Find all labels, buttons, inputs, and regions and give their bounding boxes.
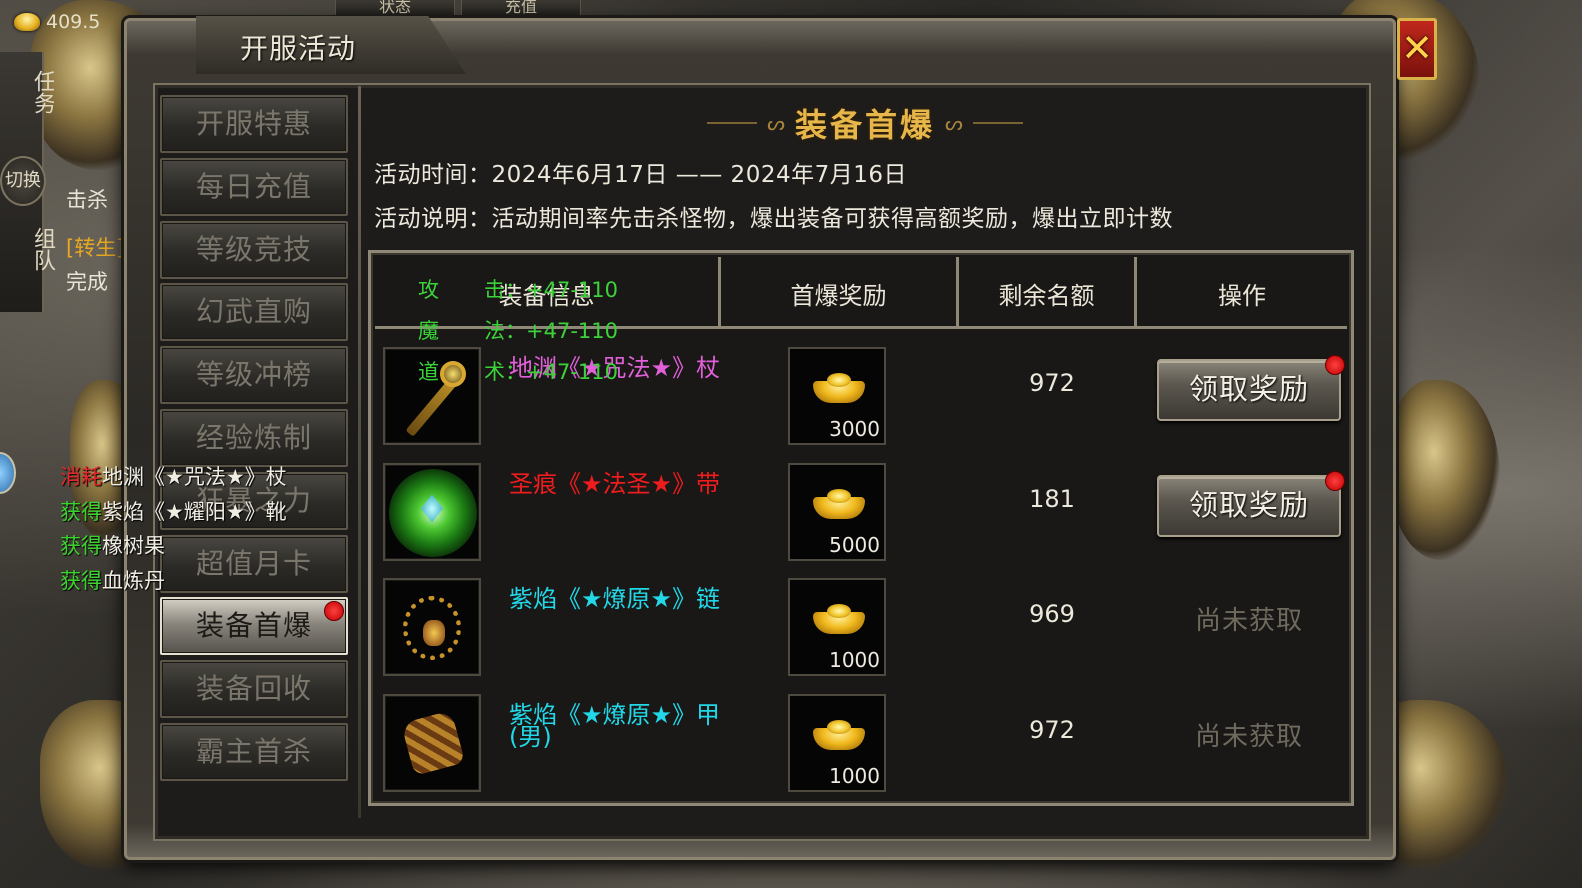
chat-line: 获得橡树果 <box>60 529 287 564</box>
remaining-count: 972 <box>1029 715 1075 744</box>
notification-dot-icon <box>324 601 344 622</box>
claim-reward-button[interactable]: 领取奖励 <box>1157 359 1341 421</box>
chat-line: 获得紫焰《★耀阳★》靴 <box>60 495 287 530</box>
item-name: 紫焰《★燎原★》甲(男) <box>509 700 721 751</box>
gold-ingot-icon <box>813 373 865 405</box>
activity-sidebar: 开服特惠 每日充值 等级竞技 幻武直购 等级冲榜 经验炼制 狂暴之力 超值月卡 装备首爆 装备回收… <box>160 95 350 786</box>
chat-item-text: 橡树果 <box>102 534 165 558</box>
sidebar-item-1[interactable]: 每日充值 <box>160 157 348 216</box>
not-obtained-label: 尚未获取 <box>1194 606 1303 636</box>
sidebar-item-label: 开服特惠 <box>195 107 312 140</box>
chat-action: 获得 <box>60 568 102 593</box>
sidebar-item-label: 装备回收 <box>195 672 312 706</box>
table-row: 紫焰《★燎原★》链 1000 969 尚未获取 <box>375 562 1347 678</box>
chat-action: 获得 <box>60 534 102 558</box>
header-action: 操作 <box>1218 282 1266 310</box>
chat-item-text: 地渊《★咒法★》杖 <box>102 465 287 489</box>
sidebar-item-8[interactable]: 装备首爆 <box>160 597 348 656</box>
sidebar-item-2[interactable]: 等级竞技 <box>160 220 348 279</box>
chat-action: 消耗 <box>60 465 102 489</box>
item-name: 圣痕《★法圣★》带 <box>509 469 721 498</box>
remaining-count: 972 <box>1029 369 1075 397</box>
quest-line-complete: 完成 <box>66 270 108 294</box>
sidebar-item-label: 经验炼制 <box>195 420 312 454</box>
sidebar-item-label: 霸主首杀 <box>195 734 312 768</box>
chat-line: 消耗地渊《★咒法★》杖 <box>60 460 287 495</box>
remaining-count: 969 <box>1029 600 1075 628</box>
reward-amount: 1000 <box>829 763 880 788</box>
header-first-drop-reward: 首爆奖励 <box>721 257 959 329</box>
quest-tab[interactable]: 任务 <box>10 60 54 124</box>
reward-amount: 5000 <box>829 532 880 557</box>
sidebar-item-0[interactable]: 开服特惠 <box>160 95 348 153</box>
activity-time: 活动时间：2024年6月17日 —— 2024年7月16日 <box>374 162 907 188</box>
section-title: 装备首爆 <box>794 106 935 144</box>
sidebar-item-4[interactable]: 等级冲榜 <box>160 346 348 405</box>
sidebar-item-label: 等级竞技 <box>195 232 312 266</box>
swirl-ornament-icon: ᔕ <box>767 111 785 135</box>
quest-tracker[interactable]: 击杀 [转生] 完成 <box>66 180 124 302</box>
chat-item-text: 紫焰《★耀阳★》靴 <box>102 499 287 524</box>
sidebar-item-label: 装备首爆 <box>195 609 312 643</box>
notification-dot-icon <box>1325 355 1345 375</box>
section-heading: ᔕ 装备首爆 ᔕ <box>700 102 1030 144</box>
table-row: 圣痕《★法圣★》带 5000 181 领取奖励 <box>375 447 1347 563</box>
window-title: 开服活动 <box>240 32 357 65</box>
heading-divider-left <box>707 122 758 124</box>
reward-amount: 1000 <box>829 648 880 672</box>
skill-orb-icon[interactable] <box>0 452 16 494</box>
gold-ingot-icon <box>813 488 865 521</box>
item-name: 紫焰《★燎原★》链 <box>509 585 721 613</box>
reward-slot[interactable]: 5000 <box>788 462 886 561</box>
sidebar-item-10[interactable]: 霸主首杀 <box>160 722 348 781</box>
reward-slot[interactable]: 1000 <box>788 578 886 676</box>
remaining-count: 181 <box>1029 484 1075 513</box>
activity-description: 活动说明：活动期间率先击杀怪物，爆出装备可获得高额奖励，爆出立即计数 <box>374 206 1173 232</box>
chat-item-text: 血炼丹 <box>102 568 165 593</box>
top-tabs: 状态 充值 <box>335 0 581 16</box>
gold-ingot-icon <box>14 13 40 31</box>
close-button[interactable]: ✕ <box>1397 18 1437 80</box>
sidebar-divider <box>358 86 361 818</box>
sidebar-item-9[interactable]: 装备回收 <box>160 660 348 719</box>
chat-log: 消耗地渊《★咒法★》杖 获得紫焰《★耀阳★》靴 获得橡树果 获得血炼丹 <box>60 460 287 598</box>
not-obtained-label: 尚未获取 <box>1194 721 1303 752</box>
tab-status[interactable]: 状态 <box>335 0 455 16</box>
belt-icon[interactable] <box>383 462 481 561</box>
necklace-icon[interactable] <box>383 578 481 676</box>
tab-recharge[interactable]: 充值 <box>461 0 581 16</box>
header-equipment-info: 装备信息 <box>375 257 721 329</box>
table-row: 地渊《★咒法★》杖 3000 972 领取奖励 <box>375 331 1347 447</box>
staff-icon[interactable] <box>383 347 481 445</box>
sidebar-item-5[interactable]: 经验炼制 <box>160 408 348 467</box>
gold-counter: 409.5 <box>0 0 120 44</box>
team-tab[interactable]: 组队 <box>10 214 55 284</box>
armor-icon[interactable] <box>383 693 481 792</box>
sidebar-item-label: 等级冲榜 <box>195 358 312 392</box>
swirl-ornament-icon: ᔕ <box>945 111 963 135</box>
sidebar-item-label: 每日充值 <box>195 169 312 203</box>
gold-ingot-icon <box>813 719 865 752</box>
sidebar-item-3[interactable]: 幻武直购 <box>160 283 348 342</box>
table-header: 装备信息 首爆奖励 剩余名额 操作 <box>375 257 1347 329</box>
game-screen: 409.5 状态 充值 任务 组队 切换 击杀 [转生] 完成 开服活动 ✕ 开… <box>0 0 1582 888</box>
table-row: 紫焰《★燎原★》甲(男) 1000 972 尚未获取 <box>375 678 1347 794</box>
switch-button[interactable]: 切换 <box>0 156 46 206</box>
heading-divider-right <box>972 122 1023 124</box>
first-drop-table: 装备信息 首爆奖励 剩余名额 操作 地渊《★咒法★》杖 3000 972 领取奖励 圣痕… <box>368 250 1354 806</box>
dragon-ornament-right-mid <box>1390 380 1500 560</box>
reward-amount: 3000 <box>829 417 880 441</box>
reward-slot[interactable]: 3000 <box>788 347 886 445</box>
quest-line-kill: 击杀 <box>66 188 108 212</box>
chat-line: 获得血炼丹 <box>60 564 287 599</box>
header-remaining-slots: 剩余名额 <box>959 257 1137 329</box>
gold-amount: 409.5 <box>46 11 101 33</box>
claim-reward-button[interactable]: 领取奖励 <box>1157 474 1341 537</box>
notification-dot-icon <box>1325 470 1345 491</box>
item-name: 地渊《★咒法★》杖 <box>509 354 721 382</box>
sidebar-item-label: 幻武直购 <box>195 295 312 329</box>
chat-action: 获得 <box>60 499 102 524</box>
reward-slot[interactable]: 1000 <box>788 693 886 792</box>
gold-ingot-icon <box>813 604 865 636</box>
